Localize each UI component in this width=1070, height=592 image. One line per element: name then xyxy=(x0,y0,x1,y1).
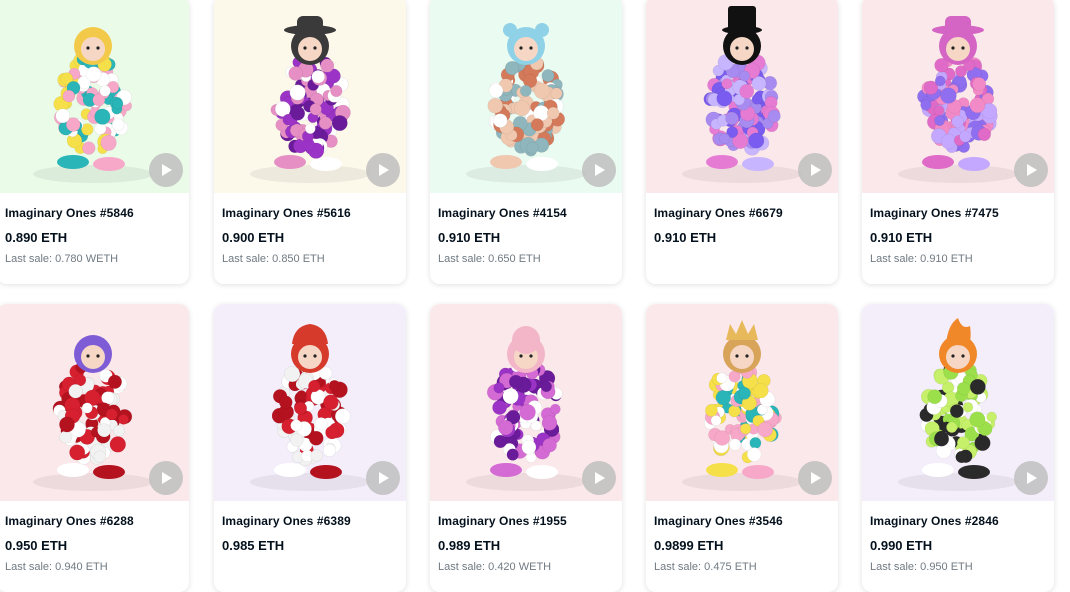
last-sale: Last sale: 0.910 ETH xyxy=(870,253,973,265)
play-icon[interactable] xyxy=(149,153,183,187)
card-info: Imaginary Ones #5846 0.890 ETH Last sale: … xyxy=(5,206,181,265)
play-icon[interactable] xyxy=(1014,153,1048,187)
item-price: 0.900 ETH xyxy=(222,230,285,245)
nft-image[interactable] xyxy=(430,0,622,193)
nft-card[interactable]: Imaginary Ones #6679 0.910 ETH xyxy=(646,0,838,284)
nft-image[interactable] xyxy=(0,304,189,501)
item-name[interactable]: Imaginary Ones #6389 xyxy=(222,514,398,528)
play-icon[interactable] xyxy=(366,153,400,187)
card-info: Imaginary Ones #5616 0.900 ETH Last sale: … xyxy=(222,206,398,265)
item-price: 0.910 ETH xyxy=(654,230,717,245)
play-icon[interactable] xyxy=(798,461,832,495)
nft-image[interactable] xyxy=(646,304,838,501)
nft-card[interactable]: Imaginary Ones #7475 0.910 ETH Last sale: … xyxy=(862,0,1054,284)
play-icon[interactable] xyxy=(798,153,832,187)
nft-grid: Imaginary Ones #5846 0.890 ETH Last sale: … xyxy=(0,0,1070,592)
play-icon[interactable] xyxy=(582,461,616,495)
nft-image[interactable] xyxy=(646,0,838,193)
card-info: Imaginary Ones #6679 0.910 ETH xyxy=(654,206,830,253)
item-name[interactable]: Imaginary Ones #2846 xyxy=(870,514,1046,528)
play-icon[interactable] xyxy=(1014,461,1048,495)
last-sale: Last sale: 0.940 ETH xyxy=(5,561,108,573)
play-icon[interactable] xyxy=(149,461,183,495)
play-icon[interactable] xyxy=(582,153,616,187)
item-price: 0.910 ETH xyxy=(870,230,933,245)
nft-image[interactable] xyxy=(430,304,622,501)
nft-image[interactable] xyxy=(862,0,1054,193)
nft-card[interactable]: Imaginary Ones #1955 0.989 ETH Last sale: … xyxy=(430,304,622,592)
item-name[interactable]: Imaginary Ones #5616 xyxy=(222,206,398,220)
item-price: 0.985 ETH xyxy=(222,538,285,553)
nft-card[interactable]: Imaginary Ones #4154 0.910 ETH Last sale: … xyxy=(430,0,622,284)
play-icon[interactable] xyxy=(366,461,400,495)
item-price: 0.9899 ETH xyxy=(654,538,724,553)
nft-card[interactable]: Imaginary Ones #5616 0.900 ETH Last sale: … xyxy=(214,0,406,284)
nft-card[interactable]: Imaginary Ones #6389 0.985 ETH xyxy=(214,304,406,592)
last-sale: Last sale: 0.650 ETH xyxy=(438,253,541,265)
item-name[interactable]: Imaginary Ones #1955 xyxy=(438,514,614,528)
item-name[interactable]: Imaginary Ones #5846 xyxy=(5,206,181,220)
last-sale: Last sale: 0.950 ETH xyxy=(870,561,973,573)
card-info: Imaginary Ones #6389 0.985 ETH xyxy=(222,514,398,561)
item-price: 0.950 ETH xyxy=(5,538,68,553)
card-info: Imaginary Ones #3546 0.9899 ETH Last sale:… xyxy=(654,514,830,573)
card-info: Imaginary Ones #7475 0.910 ETH Last sale: … xyxy=(870,206,1046,265)
last-sale: Last sale: 0.780 WETH xyxy=(5,253,119,265)
nft-image[interactable] xyxy=(214,0,406,193)
nft-image[interactable] xyxy=(862,304,1054,501)
item-price: 0.910 ETH xyxy=(438,230,501,245)
last-sale: Last sale: 0.420 WETH xyxy=(438,561,552,573)
item-price: 0.990 ETH xyxy=(870,538,933,553)
nft-card[interactable]: Imaginary Ones #5846 0.890 ETH Last sale: … xyxy=(0,0,189,284)
item-price: 0.989 ETH xyxy=(438,538,501,553)
card-info: Imaginary Ones #6288 0.950 ETH Last sale: … xyxy=(5,514,181,573)
nft-card[interactable]: Imaginary Ones #3546 0.9899 ETH Last sale:… xyxy=(646,304,838,592)
item-name[interactable]: Imaginary Ones #7475 xyxy=(870,206,1046,220)
item-name[interactable]: Imaginary Ones #6679 xyxy=(654,206,830,220)
card-info: Imaginary Ones #1955 0.989 ETH Last sale: … xyxy=(438,514,614,573)
last-sale: Last sale: 0.850 ETH xyxy=(222,253,325,265)
item-name[interactable]: Imaginary Ones #3546 xyxy=(654,514,830,528)
nft-card[interactable]: Imaginary Ones #6288 0.950 ETH Last sale: … xyxy=(0,304,189,592)
card-info: Imaginary Ones #4154 0.910 ETH Last sale: … xyxy=(438,206,614,265)
card-info: Imaginary Ones #2846 0.990 ETH Last sale: … xyxy=(870,514,1046,573)
item-name[interactable]: Imaginary Ones #6288 xyxy=(5,514,181,528)
item-price: 0.890 ETH xyxy=(5,230,68,245)
item-name[interactable]: Imaginary Ones #4154 xyxy=(438,206,614,220)
last-sale: Last sale: 0.475 ETH xyxy=(654,561,757,573)
nft-image[interactable] xyxy=(0,0,189,193)
nft-card[interactable]: Imaginary Ones #2846 0.990 ETH Last sale: … xyxy=(862,304,1054,592)
nft-image[interactable] xyxy=(214,304,406,501)
